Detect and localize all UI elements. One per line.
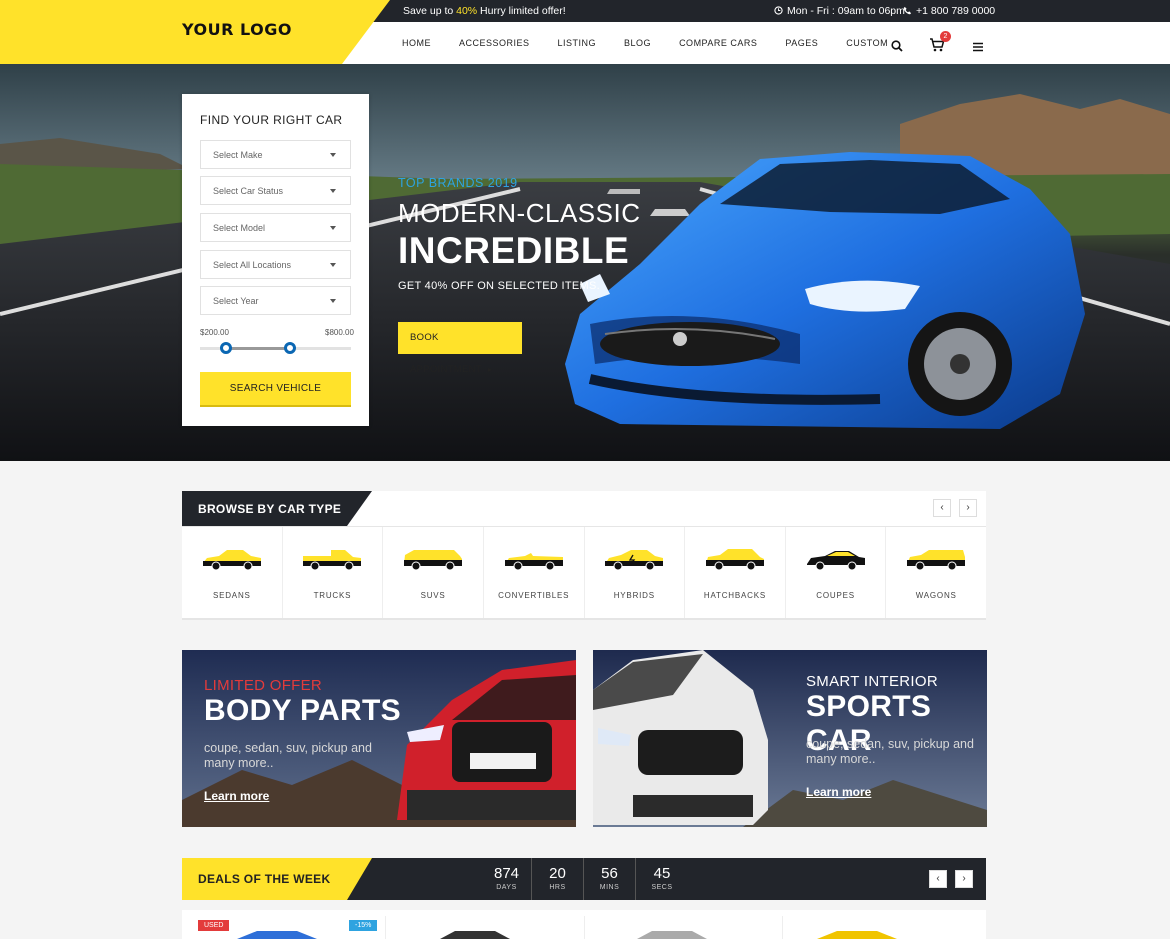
car-thumbnail <box>637 931 707 939</box>
nav-pages[interactable]: PAGES <box>785 38 818 48</box>
car-type-list: SEDANS TRUCKS SUVS CONVERTIBLES HYBRIDS … <box>182 527 986 618</box>
hero-offer-text: GET 40% OFF ON SELECTED ITEMS. <box>398 280 600 292</box>
countdown-minutes: 56 MINS <box>584 858 636 900</box>
search-form-title: FIND YOUR RIGHT CAR <box>200 113 343 127</box>
browse-section-title: BROWSE BY CAR TYPE <box>182 491 372 526</box>
hours-text: Mon - Fri : 09am to 06pm <box>787 5 905 17</box>
hero-title-line1: MODERN-CLASSIC <box>398 198 641 228</box>
price-slider-min-handle[interactable] <box>220 342 232 354</box>
promo-card-sports-car[interactable]: SMART INTERIOR SPORTS CAR coupe, sedan, … <box>593 650 987 827</box>
search-icon[interactable] <box>891 37 903 55</box>
main-nav: HOME ACCESSORIES LISTING BLOG COMPARE CA… <box>402 38 916 48</box>
car-type-coupes[interactable]: COUPES <box>786 527 887 618</box>
select-car-status[interactable]: Select Car Status <box>200 176 351 205</box>
business-hours: Mon - Fri : 09am to 06pm <box>774 5 905 17</box>
nav-blog[interactable]: BLOG <box>624 38 651 48</box>
discount-badge: -15% <box>349 920 378 931</box>
select-make[interactable]: Select Make <box>200 140 351 169</box>
promo-message: Save up to 40% Hurry limited offer! <box>403 5 566 17</box>
promo-subtitle: LIMITED OFFER <box>204 677 323 694</box>
site-logo[interactable]: YOUR LOGO <box>182 20 292 39</box>
truck-icon <box>303 550 362 571</box>
wagon-icon <box>907 550 966 571</box>
car-type-wagons[interactable]: WAGONS <box>886 527 986 618</box>
deals-next-button[interactable]: › <box>955 870 973 888</box>
browse-prev-button[interactable]: ‹ <box>933 499 951 517</box>
cart-count-badge: 2 <box>940 31 951 42</box>
hero-subtitle: TOP BRANDS 2019 <box>398 176 518 190</box>
deals-list: USED -15% <box>182 910 986 939</box>
phone-number[interactable]: +1 800 789 0000 <box>903 5 995 17</box>
deals-title: DEALS OF THE WEEK <box>182 858 372 900</box>
car-type-hybrids[interactable]: HYBRIDS <box>585 527 686 618</box>
promo-card-body-parts[interactable]: LIMITED OFFER BODY PARTS coupe, sedan, s… <box>182 650 576 827</box>
learn-more-link[interactable]: Learn more <box>204 789 269 803</box>
car-type-sedans[interactable]: SEDANS <box>182 527 283 618</box>
select-year[interactable]: Select Year <box>200 286 351 315</box>
car-type-suvs[interactable]: SUVS <box>383 527 484 618</box>
convertible-icon <box>504 553 563 571</box>
car-type-convertibles[interactable]: CONVERTIBLES <box>484 527 585 618</box>
car-thumbnail <box>817 931 897 939</box>
suv-icon <box>404 550 463 571</box>
phone-icon <box>903 6 912 15</box>
nav-accessories[interactable]: ACCESSORIES <box>459 38 530 48</box>
hatchback-icon <box>705 549 764 571</box>
nav-home[interactable]: HOME <box>402 38 431 48</box>
select-model[interactable]: Select Model <box>200 213 351 242</box>
browse-next-button[interactable]: › <box>959 499 977 517</box>
chevron-right-icon: ▸ <box>487 365 493 374</box>
search-vehicle-button[interactable]: SEARCH VEHICLE <box>200 372 351 407</box>
deals-prev-button[interactable]: ‹ <box>929 870 947 888</box>
promo-subtitle: SMART INTERIOR <box>806 673 938 690</box>
coupe-icon <box>806 551 865 571</box>
countdown-hours: 20 HRS <box>532 858 584 900</box>
car-type-trucks[interactable]: TRUCKS <box>283 527 384 618</box>
hybrid-icon <box>605 550 664 571</box>
nav-compare-cars[interactable]: COMPARE CARS <box>679 38 757 48</box>
deals-of-week-bar: DEALS OF THE WEEK 874 DAYS 20 HRS 56 MIN… <box>182 858 986 900</box>
car-type-hatchbacks[interactable]: HATCHBACKS <box>685 527 786 618</box>
countdown-days: 874 DAYS <box>482 858 532 900</box>
book-appointment-button[interactable]: BOOK APPOINTMENT ▸ <box>398 322 522 375</box>
clock-icon <box>774 6 783 15</box>
menu-icon[interactable] <box>973 38 983 56</box>
price-min: $200.00 <box>200 328 229 337</box>
car-thumbnail <box>440 931 510 939</box>
nav-listing[interactable]: LISTING <box>558 38 597 48</box>
promo-text: coupe, sedan, suv, pickup and many more.… <box>204 741 372 770</box>
divider <box>584 916 585 939</box>
price-slider-max-handle[interactable] <box>284 342 296 354</box>
phone-text: +1 800 789 0000 <box>916 5 996 17</box>
divider <box>385 916 386 939</box>
price-max: $800.00 <box>325 328 354 337</box>
countdown-seconds: 45 SECS <box>651 865 673 891</box>
hero-title-line2: INCREDIBLE <box>398 230 630 271</box>
hero-banner: TOP BRANDS 2019 MODERN-CLASSIC INCREDIBL… <box>0 64 1170 461</box>
used-badge: USED <box>198 920 230 931</box>
car-thumbnail <box>237 931 317 939</box>
site-header: Save up to 40% Hurry limited offer! Mon … <box>0 0 1170 64</box>
sedan-icon <box>202 550 261 571</box>
browse-by-type-section: BROWSE BY CAR TYPE ‹ › SEDANS TRUCKS SUV… <box>182 491 986 620</box>
divider <box>782 916 783 939</box>
promo-text: coupe, sedan, suv, pickup and many more.… <box>806 737 974 766</box>
promo-highlight: 40% <box>456 5 478 17</box>
price-slider-range <box>226 347 290 350</box>
select-location[interactable]: Select All Locations <box>200 250 351 279</box>
nav-custom[interactable]: CUSTOM <box>846 38 888 48</box>
promo-title: BODY PARTS <box>204 694 401 727</box>
learn-more-link[interactable]: Learn more <box>806 785 871 799</box>
